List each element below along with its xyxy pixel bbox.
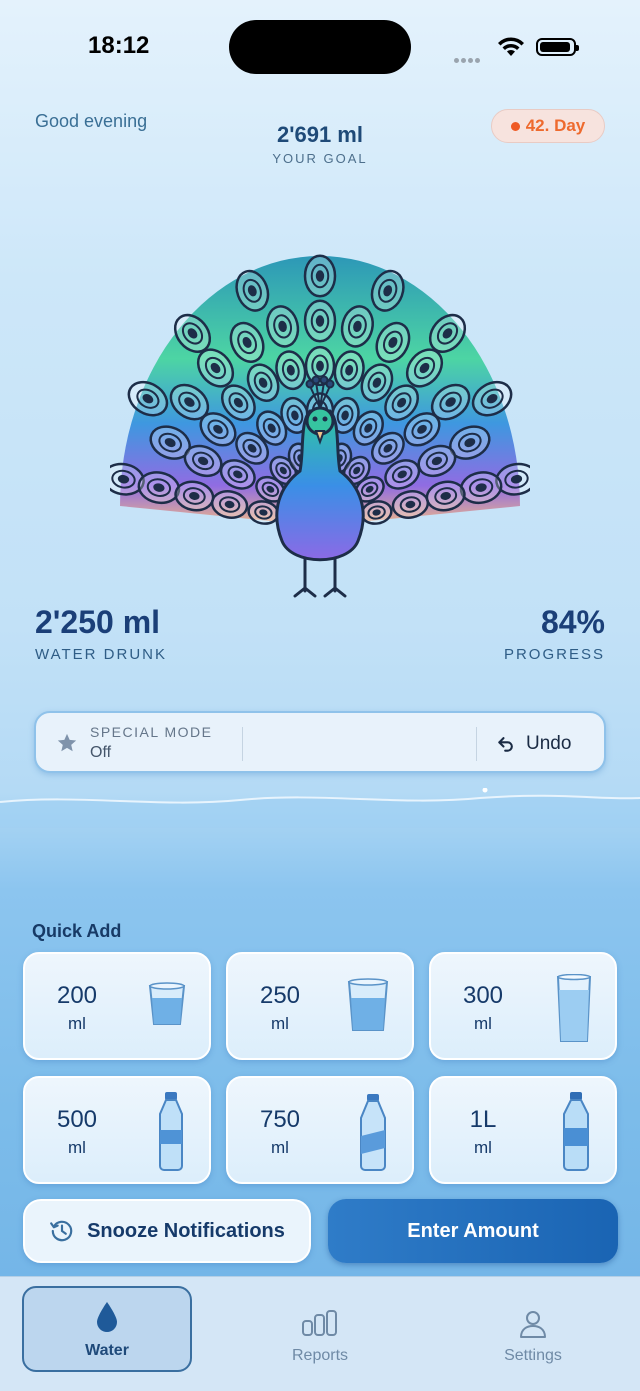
peacock-feather-eye [303,254,337,298]
progress-value: 84% [540,604,605,640]
quick-add-unit: ml [271,1014,289,1033]
undo-arrow-icon [498,737,513,752]
tab-reports[interactable]: Reports [235,1285,405,1371]
quick-add-unit: ml [474,1138,492,1157]
quick-add-amount: 750 [259,1106,301,1133]
battery-icon [536,38,579,56]
quick-add-amount: 250 [259,982,301,1009]
special-mode-title: SPECIAL MODE [90,724,213,740]
tab-settings-label: Settings [504,1347,562,1364]
tab-settings[interactable]: Settings [448,1285,618,1371]
quick-add-250[interactable]: 250 ml [226,952,414,1060]
quick-add-amount: 500 [56,1106,98,1133]
divider [476,727,477,761]
special-mode-value: Off [90,744,112,761]
wifi-icon [498,37,524,56]
tab-reports-label: Reports [291,1347,349,1364]
quick-add-title: Quick Add [32,921,122,941]
quick-add-200[interactable]: 200 ml [23,952,211,1060]
person-icon [520,1311,546,1338]
quick-add-unit: ml [68,1014,86,1033]
bottle-icon [360,1094,386,1171]
snooze-notifications-button[interactable]: Snooze Notifications [23,1199,311,1263]
dynamic-island [229,20,411,74]
special-mode-bar: SPECIAL MODE Off Undo [34,711,606,773]
water-drunk-label: WATER DRUNK [35,646,167,663]
star-icon [57,733,77,752]
undo-button[interactable]: Undo [496,727,571,761]
streak-day-label: 42. Day [525,116,586,135]
bottle-icon [159,1092,183,1171]
bar-chart-icon [302,1310,337,1336]
tab-water-label: Water [85,1342,129,1359]
quick-add-amount: 200 [56,982,98,1009]
quick-add-1l[interactable]: 1L ml [429,1076,617,1184]
status-bar: 18:12 [0,0,640,90]
water-drunk-value: 2'250 ml [35,604,161,640]
large-bottle-icon [563,1092,589,1171]
quick-add-unit: ml [474,1014,492,1033]
streak-day-badge[interactable]: 42. Day [491,109,605,143]
history-clock-icon [50,1220,73,1242]
peacock-illustration [110,254,530,598]
status-time: 18:12 [88,32,150,59]
snooze-label: Snooze Notifications [87,1219,285,1242]
tab-bar: Water Reports Settings [0,1276,640,1391]
goal-label: YOUR GOAL [272,151,368,166]
glass-icon [347,978,389,1031]
quick-add-amount: 300 [462,982,504,1009]
divider [242,727,243,761]
quick-add-500[interactable]: 500 ml [23,1076,211,1184]
progress-label: PROGRESS [503,646,605,663]
water-surface-wave [0,788,640,828]
quick-add-300[interactable]: 300 ml [429,952,617,1060]
tab-water[interactable]: Water [22,1286,192,1372]
small-glass-icon [148,982,186,1025]
peacock-feather-eye [303,299,337,343]
badge-dot-icon [510,121,520,131]
quick-add-unit: ml [271,1138,289,1157]
quick-add-unit: ml [68,1138,86,1157]
cellular-signal-icon [454,50,482,68]
enter-amount-label: Enter Amount [407,1219,539,1242]
tall-glass-icon [556,974,592,1042]
undo-label: Undo [526,733,572,754]
enter-amount-button[interactable]: Enter Amount [328,1199,618,1263]
water-drop-icon [97,1302,117,1332]
quick-add-amount: 1L [469,1106,497,1133]
quick-add-750[interactable]: 750 ml [226,1076,414,1184]
